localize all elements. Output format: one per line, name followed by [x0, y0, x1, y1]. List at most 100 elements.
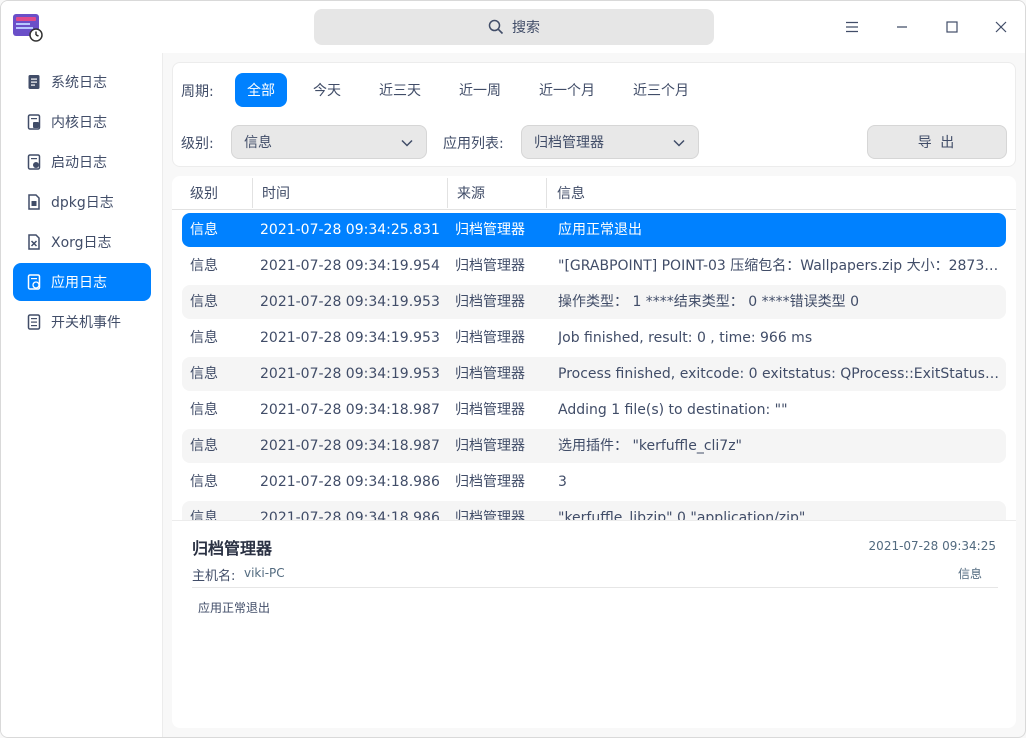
period-today-button[interactable]: 今天: [301, 73, 353, 107]
maximize-button[interactable]: [937, 12, 967, 42]
maximize-icon: [946, 21, 958, 33]
period-all-button[interactable]: 全部: [235, 73, 287, 107]
cell-source: 归档管理器: [455, 474, 525, 490]
cell-info: "[GRABPOINT] POINT-03 压缩包名：Wallpapers.zi…: [558, 258, 1004, 274]
table-row[interactable]: 信息 2021-07-28 09:34:19.954 归档管理器 "[GRABP…: [182, 249, 1006, 283]
sidebar-item-label: 应用日志: [51, 275, 107, 291]
cell-time: 2021-07-28 09:34:18.987: [260, 402, 440, 418]
cell-info: "kerfuffle_libzip" 0 "application/zip": [558, 510, 806, 520]
column-header-time[interactable]: 时间: [262, 176, 290, 210]
detail-divider: [192, 587, 998, 588]
cell-info: 选用插件： "kerfuffle_cli7z": [558, 438, 742, 454]
cell-time: 2021-07-28 09:34:18.987: [260, 438, 440, 454]
cell-level: 信息: [190, 510, 218, 520]
period-3days-button[interactable]: 近三天: [367, 73, 433, 107]
filter-panel: 周期: 全部 今天 近三天 近一周 近一个月 近三个月 级别: 信息 应用列表:…: [172, 62, 1016, 167]
sidebar-item-dpkg-log[interactable]: dpkg日志: [13, 183, 151, 221]
cell-time: 2021-07-28 09:34:19.953: [260, 330, 440, 346]
level-select-value: 信息: [244, 135, 272, 151]
cell-source: 归档管理器: [455, 510, 525, 520]
cell-source: 归档管理器: [455, 402, 525, 418]
table-row[interactable]: 信息 2021-07-28 09:34:18.986 归档管理器 "kerfuf…: [182, 501, 1006, 520]
table-header: 级别 时间 来源 信息: [172, 176, 1016, 210]
period-3months-button[interactable]: 近三个月: [621, 73, 701, 107]
cell-source: 归档管理器: [455, 330, 525, 346]
level-select[interactable]: 信息: [231, 125, 427, 159]
detail-message: 应用正常退出: [198, 601, 271, 615]
close-button[interactable]: [986, 12, 1016, 42]
log-viewer-icon: [12, 12, 44, 42]
cell-info: 操作类型： 1 ****结束类型： 0 ****错误类型 0: [558, 294, 859, 310]
sidebar-item-system-log[interactable]: 系统日志: [13, 63, 151, 101]
app-list-label: 应用列表:: [443, 136, 504, 152]
cell-info: Adding 1 file(s) to destination: "": [558, 402, 788, 418]
main-menu-button[interactable]: [837, 12, 867, 42]
detail-host: viki-PC: [244, 566, 285, 580]
sidebar-item-label: 系统日志: [51, 75, 107, 91]
table-row[interactable]: 信息 2021-07-28 09:34:19.953 归档管理器 Job fin…: [182, 321, 1006, 355]
cell-source: 归档管理器: [455, 366, 525, 382]
period-month-button[interactable]: 近一个月: [527, 73, 607, 107]
table-row[interactable]: 信息 2021-07-28 09:34:18.987 归档管理器 Adding …: [182, 393, 1006, 427]
power-event-icon: [27, 314, 41, 330]
export-button[interactable]: 导 出: [867, 125, 1007, 159]
cell-time: 2021-07-28 09:34:18.986: [260, 510, 440, 520]
search-input[interactable]: 搜索: [314, 9, 714, 45]
cell-source: 归档管理器: [455, 294, 525, 310]
app-list-select[interactable]: 归档管理器: [521, 125, 699, 159]
chevron-down-icon: [673, 139, 685, 147]
cell-source: 归档管理器: [455, 258, 525, 274]
cell-level: 信息: [190, 222, 218, 238]
level-label: 级别:: [181, 136, 214, 152]
kernel-log-icon: [27, 114, 41, 130]
period-label: 周期:: [181, 84, 214, 100]
cell-info: Process finished, exitcode: 0 exitstatus…: [558, 366, 1004, 382]
app-window: 搜索 系统日志 内核日志 启动日志 dpkg日志 Xorg日志 应用日志 开关机…: [0, 0, 1026, 738]
minimize-icon: [897, 26, 907, 28]
table-row[interactable]: 信息 2021-07-28 09:34:18.987 归档管理器 选用插件： "…: [182, 429, 1006, 463]
cell-level: 信息: [190, 294, 218, 310]
column-divider[interactable]: [546, 178, 547, 208]
cell-info: 3: [558, 474, 567, 490]
minimize-button[interactable]: [887, 12, 917, 42]
sidebar-item-app-log[interactable]: 应用日志: [13, 263, 151, 301]
cell-level: 信息: [190, 474, 218, 490]
sidebar: 系统日志 内核日志 启动日志 dpkg日志 Xorg日志 应用日志 开关机事件: [1, 53, 163, 737]
package-log-icon: [28, 194, 40, 210]
boot-log-icon: [27, 154, 41, 170]
column-header-source[interactable]: 来源: [457, 176, 485, 210]
xorg-log-icon: [28, 234, 40, 250]
table-row[interactable]: 信息 2021-07-28 09:34:19.953 归档管理器 Process…: [182, 357, 1006, 391]
sidebar-item-xorg-log[interactable]: Xorg日志: [13, 223, 151, 261]
cell-level: 信息: [190, 258, 218, 274]
detail-time: 2021-07-28 09:34:25: [868, 539, 996, 553]
sidebar-item-label: 内核日志: [51, 115, 107, 131]
column-header-info[interactable]: 信息: [557, 176, 585, 210]
table-row[interactable]: 信息 2021-07-28 09:34:25.831 归档管理器 应用正常退出: [182, 213, 1006, 247]
sidebar-item-power-events[interactable]: 开关机事件: [13, 303, 151, 341]
title-bar: 搜索: [1, 1, 1025, 53]
column-divider[interactable]: [252, 178, 253, 208]
app-list-select-value: 归档管理器: [534, 135, 604, 151]
table-row[interactable]: 信息 2021-07-28 09:34:18.986 归档管理器 3: [182, 465, 1006, 499]
sidebar-item-kernel-log[interactable]: 内核日志: [13, 103, 151, 141]
cell-time: 2021-07-28 09:34:19.953: [260, 366, 440, 382]
sidebar-item-boot-log[interactable]: 启动日志: [13, 143, 151, 181]
column-divider[interactable]: [447, 178, 448, 208]
document-icon: [28, 75, 40, 89]
search-placeholder: 搜索: [512, 20, 540, 36]
chevron-down-icon: [401, 139, 413, 147]
sidebar-item-label: Xorg日志: [51, 235, 112, 251]
cell-time: 2021-07-28 09:34:19.953: [260, 294, 440, 310]
sidebar-item-label: 启动日志: [51, 155, 107, 171]
cell-source: 归档管理器: [455, 438, 525, 454]
log-detail-panel: 归档管理器 2021-07-28 09:34:25 主机名: viki-PC 信…: [172, 520, 1016, 728]
close-icon: [995, 21, 1007, 33]
period-week-button[interactable]: 近一周: [447, 73, 513, 107]
column-header-level[interactable]: 级别: [190, 176, 218, 210]
table-row[interactable]: 信息 2021-07-28 09:34:19.953 归档管理器 操作类型： 1…: [182, 285, 1006, 319]
cell-level: 信息: [190, 438, 218, 454]
cell-source: 归档管理器: [455, 222, 525, 238]
log-table: 级别 时间 来源 信息 信息 2021-07-28 09:34:25.831 归…: [172, 176, 1016, 520]
cell-level: 信息: [190, 330, 218, 346]
